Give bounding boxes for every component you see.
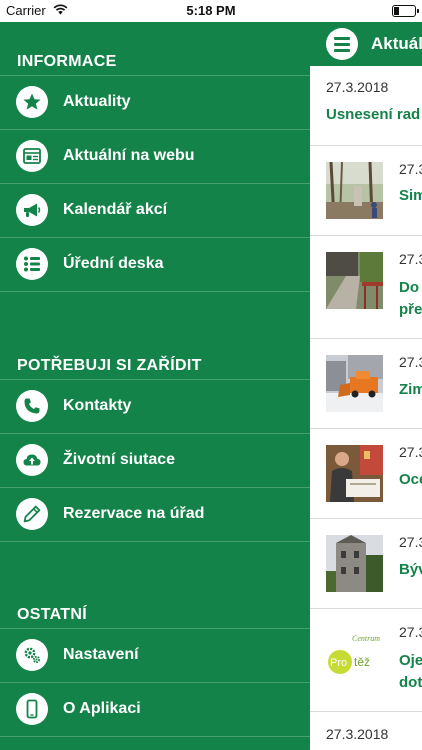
organization-logo: Centrum Pro těž <box>326 629 383 686</box>
news-title: Zim <box>399 381 422 398</box>
news-title: Oce <box>399 471 422 488</box>
news-date: 27.3 <box>399 161 422 177</box>
status-bar: Carrier 5:18 PM <box>0 0 422 22</box>
list-icon <box>16 248 48 280</box>
section-title-informace: INFORMACE <box>17 53 117 70</box>
news-date: 27.3 <box>399 444 422 460</box>
news-thumbnail <box>326 252 383 309</box>
news-date: 27.3 <box>399 624 422 640</box>
menu-item-label: Aktuality <box>63 93 131 110</box>
menu-item-kontakty[interactable]: Kontakty <box>0 379 310 433</box>
app-bar-title: Aktuál <box>371 34 422 53</box>
logo-text-top: Centrum <box>352 634 380 643</box>
menu-item-label: Životní siutace <box>63 451 176 468</box>
menu-item-label: Kontakty <box>63 397 132 414</box>
news-title: Do <box>399 279 419 296</box>
news-date: 27.3.2018 <box>326 726 389 742</box>
menu-item-label: Nastavení <box>63 646 139 663</box>
news-title-line2: dot <box>399 674 422 691</box>
pencil-icon <box>16 498 48 530</box>
menu-item-label: Kalendář akcí <box>63 201 168 218</box>
battery-icon <box>392 5 419 17</box>
app-bar: Aktuál <box>310 22 422 66</box>
mobile-icon <box>16 693 48 725</box>
menu-item-o-aplikaci[interactable]: O Aplikaci <box>0 682 310 737</box>
cloud-upload-icon <box>16 444 48 476</box>
menu-item-aktualni-na-webu[interactable]: Aktuální na webu <box>0 129 310 183</box>
menu-item-aktuality[interactable]: Aktuality <box>0 75 310 129</box>
menu-item-label: O Aplikaci <box>63 700 141 717</box>
menu-item-label: Aktuální na webu <box>63 147 195 164</box>
hamburger-menu-icon[interactable] <box>326 28 358 60</box>
star-icon <box>16 86 48 118</box>
news-date: 27.3.2018 <box>326 79 389 95</box>
news-item[interactable]: 27.3 Sim <box>310 146 422 236</box>
megaphone-icon <box>16 194 48 226</box>
menu-item-nastaveni[interactable]: Nastavení <box>0 628 310 682</box>
news-item[interactable]: 27.3 Do pře <box>310 236 422 339</box>
news-thumbnail <box>326 162 383 219</box>
menu-item-rezervace-na-urad[interactable]: Rezervace na úřad <box>0 487 310 542</box>
news-thumbnail <box>326 355 383 412</box>
news-thumbnail <box>326 535 383 592</box>
news-title: Býv <box>399 561 422 578</box>
news-date: 27.3 <box>399 251 422 267</box>
menu-item-kalendar-akci[interactable]: Kalendář akcí <box>0 183 310 237</box>
news-thumbnail <box>326 445 383 502</box>
news-item[interactable]: 27.3 Oce <box>310 429 422 519</box>
menu-item-label: Úřední deska <box>63 255 164 272</box>
clock: 5:18 PM <box>186 3 236 18</box>
news-item[interactable]: 27.3 Zim <box>310 339 422 429</box>
section-title-ostatni: OSTATNÍ <box>17 606 87 623</box>
news-title-line2: pře <box>399 301 422 318</box>
news-title: Usnesení rad <box>326 106 421 123</box>
news-item[interactable]: 27.3 Býv <box>310 519 422 609</box>
menu-item-zivotni-situace[interactable]: Životní siutace <box>0 433 310 487</box>
section-title-potrebuji-si-zaridit: POTŘEBUJI SI ZAŘÍDIT <box>17 357 202 374</box>
gear-icon <box>16 639 48 671</box>
news-item[interactable]: 27.3.2018 Usnesení rad <box>310 66 422 146</box>
menu-item-label: Rezervace na úřad <box>63 505 205 522</box>
logo-text-right: těž <box>354 655 370 669</box>
logo-text-left: Pro <box>330 657 347 669</box>
news-item[interactable]: 27.3.2018 <box>310 712 422 750</box>
news-date: 27.3 <box>399 354 422 370</box>
phone-icon <box>16 390 48 422</box>
news-item[interactable]: Centrum Pro těž 27.3 Oje dot <box>310 609 422 712</box>
news-title: Oje <box>399 652 422 669</box>
web-page-icon <box>16 140 48 172</box>
news-date: 27.3 <box>399 534 422 550</box>
navigation-drawer: INFORMACE Aktuality Aktuální na webu Kal… <box>0 22 310 750</box>
menu-item-uredni-deska[interactable]: Úřední deska <box>0 237 310 292</box>
main-content: Aktuál 27.3.2018 Usnesení rad 27.3 Sim <box>310 22 422 750</box>
news-title: Sim <box>399 187 422 204</box>
